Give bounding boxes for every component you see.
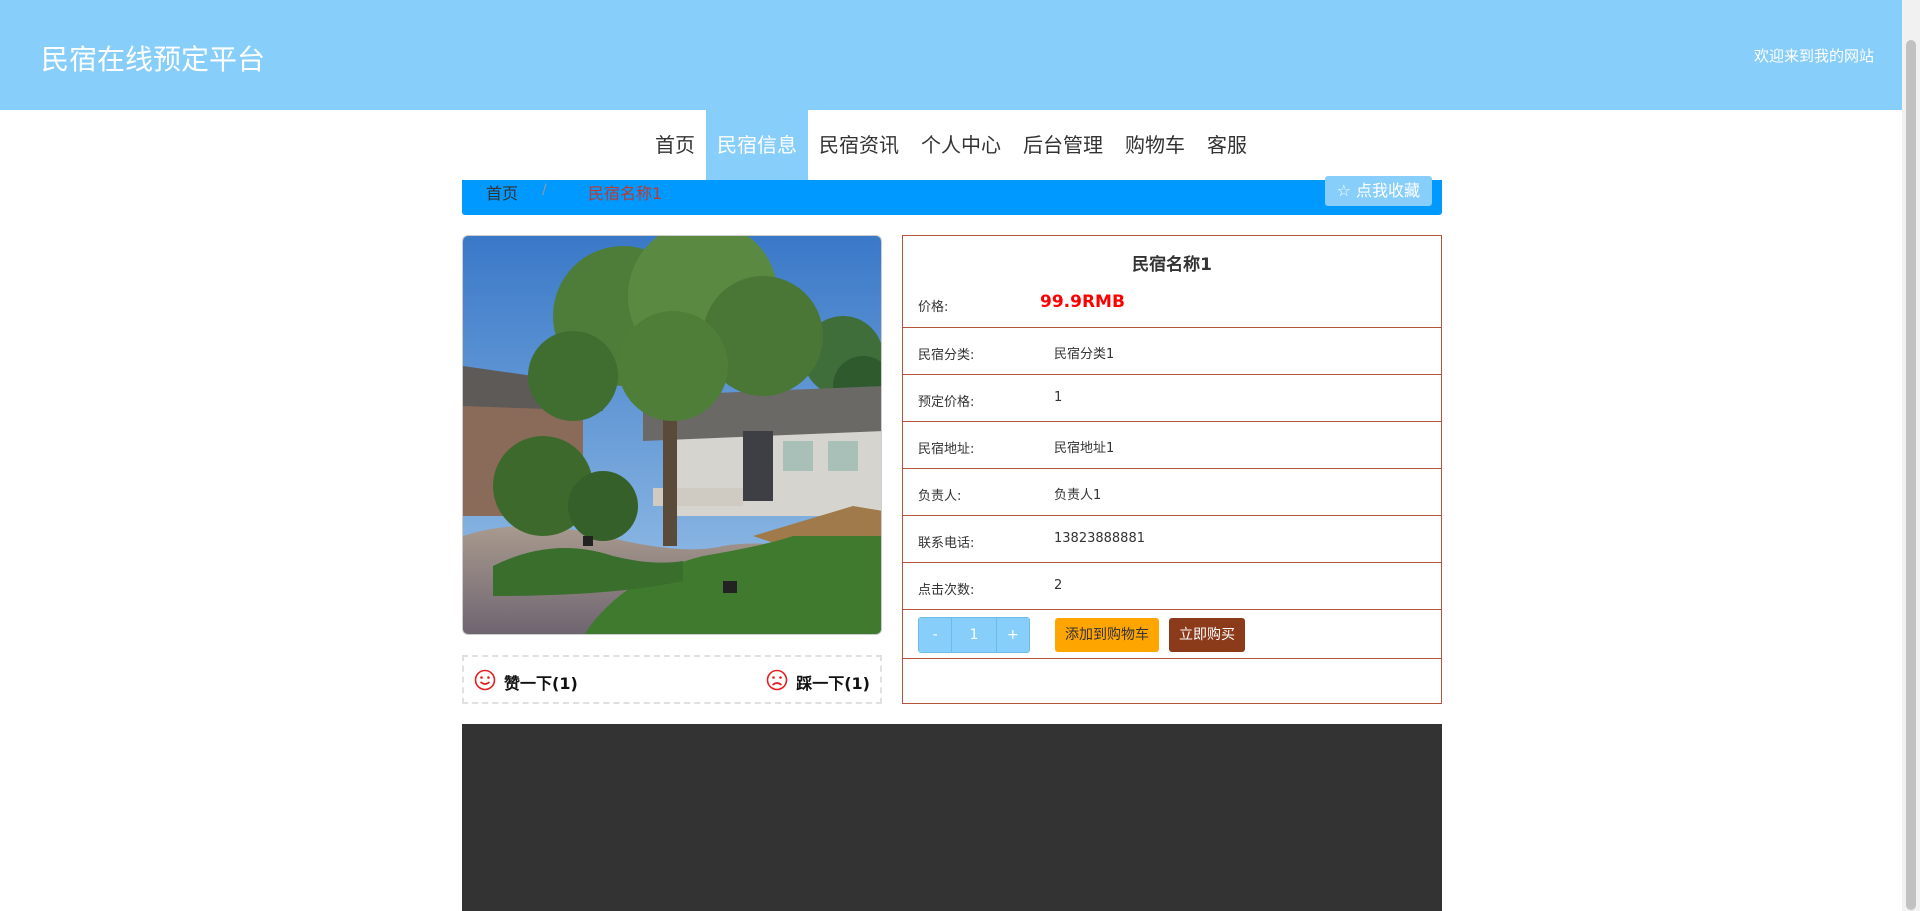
nav-item-homestay-news[interactable]: 民宿资讯 bbox=[808, 110, 910, 180]
quantity-input[interactable]: 1 bbox=[951, 618, 997, 652]
product-info-table: 民宿名称1 价格: 99.9RMB 民宿分类: 民宿分类1 预定价格: 1 民宿… bbox=[902, 235, 1442, 704]
increment-button[interactable]: + bbox=[996, 618, 1029, 652]
like-button[interactable]: 赞一下(1) bbox=[474, 669, 578, 695]
info-row: 民宿分类: 民宿分类1 bbox=[903, 328, 1441, 375]
booking-price-value: 1 bbox=[1054, 390, 1063, 405]
add-to-cart-button[interactable]: 添加到购物车 bbox=[1055, 618, 1159, 652]
address-label: 民宿地址: bbox=[918, 442, 975, 457]
nav-item-homestay-info[interactable]: 民宿信息 bbox=[706, 110, 808, 180]
nav-item-admin[interactable]: 后台管理 bbox=[1012, 110, 1114, 180]
phone-value: 13823888881 bbox=[1054, 531, 1145, 546]
price-label: 价格: bbox=[918, 300, 949, 315]
frown-icon bbox=[766, 669, 788, 695]
info-row: 预定价格: 1 bbox=[903, 375, 1441, 422]
vote-box: 赞一下(1) 踩一下(1) bbox=[462, 655, 882, 704]
product-header: 民宿名称1 价格: 99.9RMB bbox=[903, 236, 1441, 328]
nav-item-cart[interactable]: 购物车 bbox=[1114, 110, 1196, 180]
click-count-label: 点击次数: bbox=[918, 583, 975, 598]
dislike-label: 踩一下(1) bbox=[796, 674, 870, 693]
address-value: 民宿地址1 bbox=[1054, 441, 1115, 456]
dislike-button[interactable]: 踩一下(1) bbox=[766, 669, 870, 695]
info-row: 点击次数: 2 bbox=[903, 563, 1441, 610]
favorite-button[interactable]: ☆ 点我收藏 bbox=[1324, 176, 1432, 206]
smile-icon bbox=[474, 669, 496, 695]
homestay-photo bbox=[462, 235, 882, 635]
info-row: 民宿地址: 民宿地址1 bbox=[903, 422, 1441, 469]
breadcrumb: 首页 / 民宿名称1 ☆ 点我收藏 bbox=[462, 176, 1442, 215]
category-value: 民宿分类1 bbox=[1054, 347, 1115, 362]
site-title[interactable]: 民宿在线预定平台 bbox=[41, 38, 265, 78]
booking-price-label: 预定价格: bbox=[918, 395, 975, 410]
main-nav: 首页 民宿信息 民宿资讯 个人中心 后台管理 购物车 客服 bbox=[0, 110, 1902, 180]
info-row: 负责人: 负责人1 bbox=[903, 469, 1441, 516]
detail-content-section bbox=[462, 724, 1442, 911]
price-value: 99.9RMB bbox=[1040, 292, 1125, 312]
site-header: 民宿在线预定平台 欢迎来到我的网站 bbox=[0, 0, 1902, 110]
buy-now-button[interactable]: 立即购买 bbox=[1169, 618, 1245, 652]
decrement-button[interactable]: - bbox=[919, 618, 952, 652]
info-row: 联系电话: 13823888881 bbox=[903, 516, 1441, 563]
nav-item-customer-service[interactable]: 客服 bbox=[1196, 110, 1258, 180]
breadcrumb-home[interactable]: 首页 bbox=[486, 180, 518, 204]
like-label: 赞一下(1) bbox=[504, 674, 578, 693]
action-row: - 1 + 添加到购物车 立即购买 bbox=[903, 610, 1441, 659]
quantity-stepper: - 1 + bbox=[918, 617, 1030, 653]
breadcrumb-separator: / bbox=[542, 182, 547, 198]
category-label: 民宿分类: bbox=[918, 348, 975, 363]
manager-label: 负责人: bbox=[918, 489, 962, 504]
scrollbar-thumb[interactable] bbox=[1906, 40, 1916, 910]
manager-value: 负责人1 bbox=[1054, 488, 1102, 503]
phone-label: 联系电话: bbox=[918, 536, 975, 551]
click-count-value: 2 bbox=[1054, 578, 1063, 593]
nav-item-personal-center[interactable]: 个人中心 bbox=[910, 110, 1012, 180]
page-scrollbar[interactable] bbox=[1902, 0, 1920, 911]
welcome-text: 欢迎来到我的网站 bbox=[1753, 47, 1874, 65]
breadcrumb-current: 民宿名称1 bbox=[588, 184, 663, 203]
nav-item-home[interactable]: 首页 bbox=[644, 110, 706, 180]
product-name: 民宿名称1 bbox=[1132, 255, 1212, 275]
